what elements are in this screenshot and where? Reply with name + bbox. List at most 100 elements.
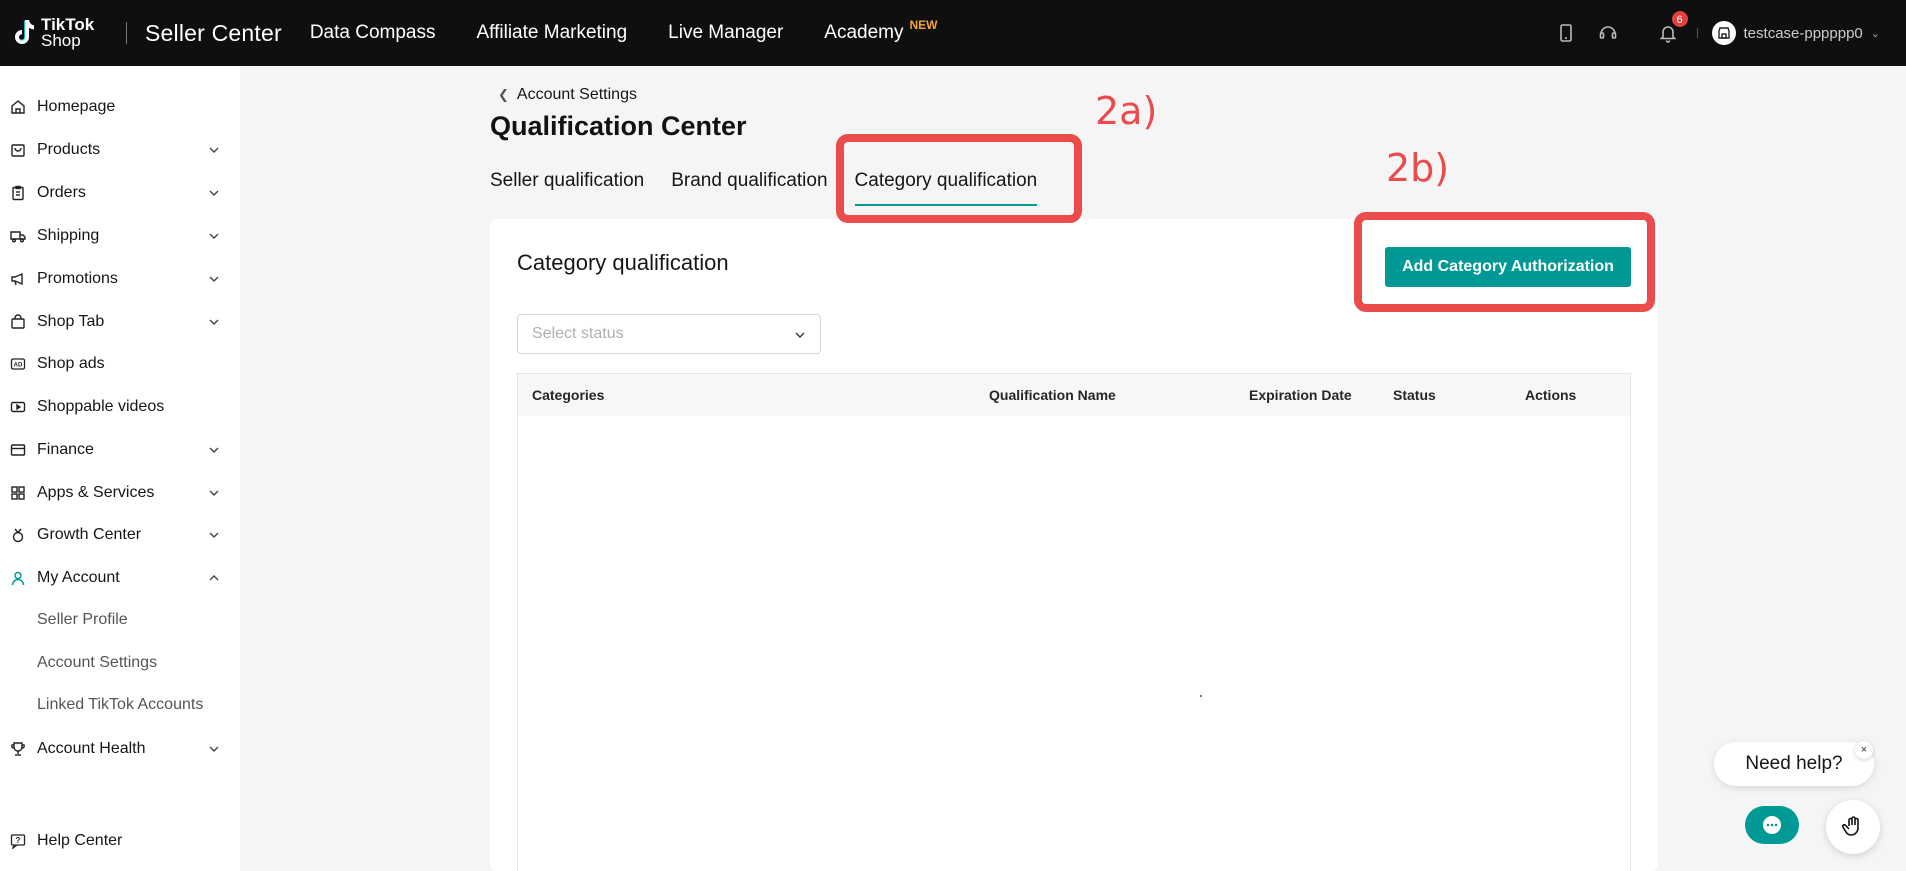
sidebar-item-label: Shop ads <box>37 355 105 372</box>
nav-affiliate-marketing[interactable]: Affiliate Marketing <box>477 22 628 44</box>
account-menu[interactable]: testcase-pppppp0 ⌄ <box>1711 21 1880 45</box>
column-actions: Actions <box>1525 387 1577 403</box>
seller-center-title[interactable]: Seller Center <box>145 20 282 47</box>
chevron-down-icon <box>208 143 220 155</box>
chevron-down-icon <box>208 315 220 327</box>
sidebar-item-label: Products <box>37 141 101 158</box>
page-title: Qualification Center <box>490 111 747 141</box>
chevron-up-icon <box>208 571 220 583</box>
column-expiration-date: Expiration Date <box>1249 387 1352 403</box>
table-header: Categories Qualification Name Expiration… <box>518 374 1630 416</box>
qualification-table: Categories Qualification Name Expiration… <box>517 373 1631 871</box>
chat-icon <box>1763 816 1781 834</box>
card-title: Category qualification <box>517 250 729 275</box>
sidebar: Homepage Products Orders Shipping Promot… <box>0 66 240 871</box>
column-qualification-name: Qualification Name <box>989 387 1116 403</box>
sidebar-item-shoppable-videos[interactable]: Shoppable videos <box>0 392 240 422</box>
trophy-icon <box>10 741 26 757</box>
nav-data-compass[interactable]: Data Compass <box>310 22 436 44</box>
medal-icon <box>10 527 26 543</box>
shopping-bag-icon <box>10 314 26 330</box>
sidebar-sub-linked-tiktok-accounts[interactable]: Linked TikTok Accounts <box>37 696 203 714</box>
sidebar-item-my-account[interactable]: My Account <box>0 563 240 593</box>
chevron-down-icon <box>208 272 220 284</box>
sidebar-item-products[interactable]: Products <box>0 135 240 165</box>
chevron-down-icon: ⌄ <box>1870 27 1880 40</box>
tiktok-shop-logo[interactable]: TikTok Shop <box>10 15 120 50</box>
hand-icon <box>1841 816 1859 836</box>
need-help-bubble[interactable]: Need help? <box>1714 742 1874 786</box>
nav-academy-label: Academy <box>824 22 904 43</box>
chevron-down-icon <box>794 328 806 340</box>
new-badge: NEW <box>909 18 938 32</box>
sidebar-item-label: My Account <box>37 569 120 586</box>
notification-count: 6 <box>1670 10 1689 28</box>
divider <box>1696 28 1698 38</box>
sidebar-item-homepage[interactable]: Homepage <box>0 92 240 122</box>
logo-text: TikTok Shop <box>41 15 95 50</box>
top-bar: TikTok Shop Seller Center Data Compass A… <box>0 0 1906 66</box>
select-placeholder: Select status <box>532 325 624 342</box>
chevron-down-icon <box>208 486 220 498</box>
sidebar-item-growth-center[interactable]: Growth Center <box>0 520 240 550</box>
divider <box>126 22 127 44</box>
sidebar-item-label: Promotions <box>37 270 118 287</box>
sidebar-item-shop-tab[interactable]: Shop Tab <box>0 307 240 337</box>
sidebar-item-label: Apps & Services <box>37 484 155 501</box>
tiktok-logo-icon <box>10 18 36 48</box>
clipboard-icon <box>10 185 26 201</box>
column-status: Status <box>1393 387 1436 403</box>
sidebar-item-label: Growth Center <box>37 526 142 543</box>
status-select[interactable]: Select status <box>517 314 821 354</box>
sidebar-item-label: Help Center <box>37 832 123 849</box>
sidebar-item-label: Orders <box>37 184 86 201</box>
tab-brand-qualification[interactable]: Brand qualification <box>671 170 827 200</box>
headset-icon[interactable] <box>1597 22 1619 44</box>
tab-seller-qualification[interactable]: Seller qualification <box>490 170 644 200</box>
sidebar-item-shop-ads[interactable]: AD Shop ads <box>0 349 240 379</box>
sidebar-item-shipping[interactable]: Shipping <box>0 221 240 251</box>
sidebar-sub-account-settings[interactable]: Account Settings <box>37 654 157 672</box>
user-icon <box>10 570 26 586</box>
chevron-down-icon <box>208 742 220 754</box>
wave-hand-button[interactable] <box>1826 800 1880 854</box>
chevron-down-icon <box>208 229 220 241</box>
bag-icon <box>10 142 26 158</box>
home-icon <box>10 99 26 115</box>
loading-dot <box>1200 695 1202 697</box>
sidebar-sub-seller-profile[interactable]: Seller Profile <box>37 611 128 629</box>
help-icon: ? <box>10 833 26 849</box>
sidebar-item-label: Shipping <box>37 227 100 244</box>
sidebar-item-apps-services[interactable]: Apps & Services <box>0 478 240 508</box>
chevron-down-icon <box>208 186 220 198</box>
video-icon <box>10 399 26 415</box>
sidebar-item-finance[interactable]: Finance <box>0 435 240 465</box>
shop-avatar-icon <box>1711 21 1736 45</box>
grid-icon <box>10 485 26 501</box>
mobile-icon[interactable] <box>1555 22 1577 44</box>
back-to-account-settings[interactable]: ❮ Account Settings <box>498 86 637 104</box>
annotation-label-2a: 2a) <box>1095 89 1158 133</box>
category-qualification-card: Category qualification Add Category Auth… <box>490 219 1658 871</box>
annotation-box-2a <box>836 134 1082 223</box>
annotation-label-2b: 2b) <box>1386 146 1450 190</box>
nav-academy[interactable]: Academy NEW <box>824 18 937 44</box>
sidebar-item-label: Account Health <box>37 740 146 757</box>
close-icon[interactable]: × <box>1855 741 1873 759</box>
sidebar-item-label: Finance <box>37 441 94 458</box>
sidebar-item-help-center[interactable]: ? Help Center <box>0 826 240 856</box>
chevron-left-icon: ❮ <box>498 87 509 102</box>
truck-icon <box>10 228 26 244</box>
chat-button[interactable] <box>1745 806 1799 844</box>
back-label: Account Settings <box>516 86 637 103</box>
chevron-down-icon <box>208 528 220 540</box>
bell-icon[interactable]: 6 <box>1657 10 1689 44</box>
sidebar-item-account-health[interactable]: Account Health <box>0 734 240 764</box>
ad-icon: AD <box>10 356 26 372</box>
column-categories: Categories <box>532 387 605 403</box>
sidebar-item-orders[interactable]: Orders <box>0 178 240 208</box>
sidebar-item-promotions[interactable]: Promotions <box>0 264 240 294</box>
nav-live-manager[interactable]: Live Manager <box>668 22 783 44</box>
sidebar-item-label: Homepage <box>37 98 116 115</box>
top-nav: Data Compass Affiliate Marketing Live Ma… <box>310 18 945 44</box>
